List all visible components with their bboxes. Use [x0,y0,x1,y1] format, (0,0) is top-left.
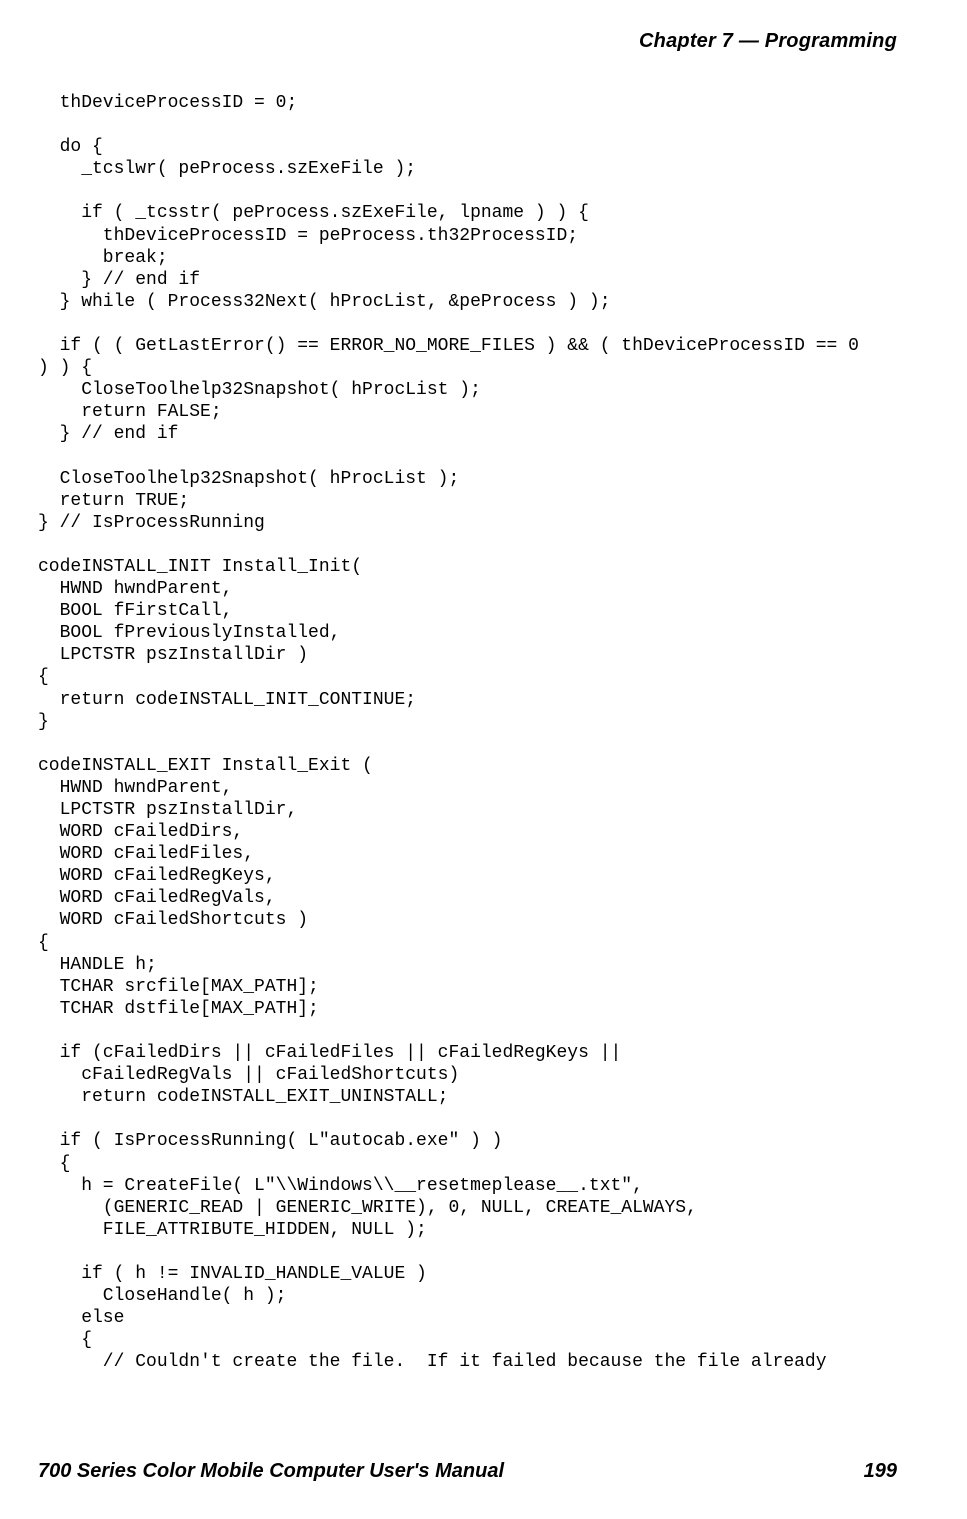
code-line: return FALSE; [38,402,222,422]
code-line: thDeviceProcessID = 0; [38,93,297,113]
code-line: { [38,1330,92,1350]
code-line: HANDLE h; [38,955,157,975]
code-line: CloseToolhelp32Snapshot( hProcList ); [38,380,481,400]
code-line: { [38,667,49,687]
code-line: return codeINSTALL_INIT_CONTINUE; [38,690,416,710]
code-line: WORD cFailedDirs, [38,822,243,842]
page-number: 199 [864,1460,897,1483]
page-footer: 700 Series Color Mobile Computer User's … [38,1460,897,1483]
code-line: codeINSTALL_EXIT Install_Exit ( [38,756,373,776]
code-line: WORD cFailedShortcuts ) [38,910,308,930]
code-line: if (cFailedDirs || cFailedFiles || cFail… [38,1043,621,1063]
code-line: } // end if [38,270,200,290]
code-line: h = CreateFile( L"\\Windows\\__resetmepl… [38,1176,643,1196]
code-line: } // end if [38,424,178,444]
code-line: return codeINSTALL_EXIT_UNINSTALL; [38,1087,448,1107]
code-line: TCHAR srcfile[MAX_PATH]; [38,977,319,997]
code-line: LPCTSTR pszInstallDir, [38,800,297,820]
code-line: HWND hwndParent, [38,778,232,798]
code-line: thDeviceProcessID = peProcess.th32Proces… [38,226,578,246]
code-line: BOOL fFirstCall, [38,601,232,621]
code-line: // Couldn't create the file. If it faile… [38,1352,827,1372]
page-header-right: Chapter 7 — Programming [639,30,897,53]
code-line: codeINSTALL_INIT Install_Init( [38,557,362,577]
code-block: thDeviceProcessID = 0; do { _tcslwr( peP… [38,92,929,1373]
code-line: } [38,712,49,732]
code-line: HWND hwndParent, [38,579,232,599]
code-line: _tcslwr( peProcess.szExeFile ); [38,159,416,179]
code-line: (GENERIC_READ | GENERIC_WRITE), 0, NULL,… [38,1198,697,1218]
code-line: WORD cFailedFiles, [38,844,254,864]
code-line: } // IsProcessRunning [38,513,265,533]
code-line: WORD cFailedRegKeys, [38,866,276,886]
code-line: FILE_ATTRIBUTE_HIDDEN, NULL ); [38,1220,427,1240]
code-line: do { [38,137,103,157]
footer-title: 700 Series Color Mobile Computer User's … [38,1460,504,1482]
code-line: CloseHandle( h ); [38,1286,286,1306]
code-line: if ( IsProcessRunning( L"autocab.exe" ) … [38,1131,502,1151]
code-line: ) ) { [38,358,92,378]
code-line: return TRUE; [38,491,189,511]
code-line: if ( ( GetLastError() == ERROR_NO_MORE_F… [38,336,859,356]
code-line: { [38,933,49,953]
code-line: WORD cFailedRegVals, [38,888,276,908]
code-line: } while ( Process32Next( hProcList, &peP… [38,292,611,312]
code-line: LPCTSTR pszInstallDir ) [38,645,308,665]
code-line: CloseToolhelp32Snapshot( hProcList ); [38,469,459,489]
code-line: TCHAR dstfile[MAX_PATH]; [38,999,319,1019]
code-line: break; [38,248,168,268]
code-line: else [38,1308,124,1328]
code-line: { [38,1154,70,1174]
code-line: cFailedRegVals || cFailedShortcuts) [38,1065,459,1085]
code-line: if ( _tcsstr( peProcess.szExeFile, lpnam… [38,203,589,223]
code-line: if ( h != INVALID_HANDLE_VALUE ) [38,1264,427,1284]
code-line: BOOL fPreviouslyInstalled, [38,623,340,643]
